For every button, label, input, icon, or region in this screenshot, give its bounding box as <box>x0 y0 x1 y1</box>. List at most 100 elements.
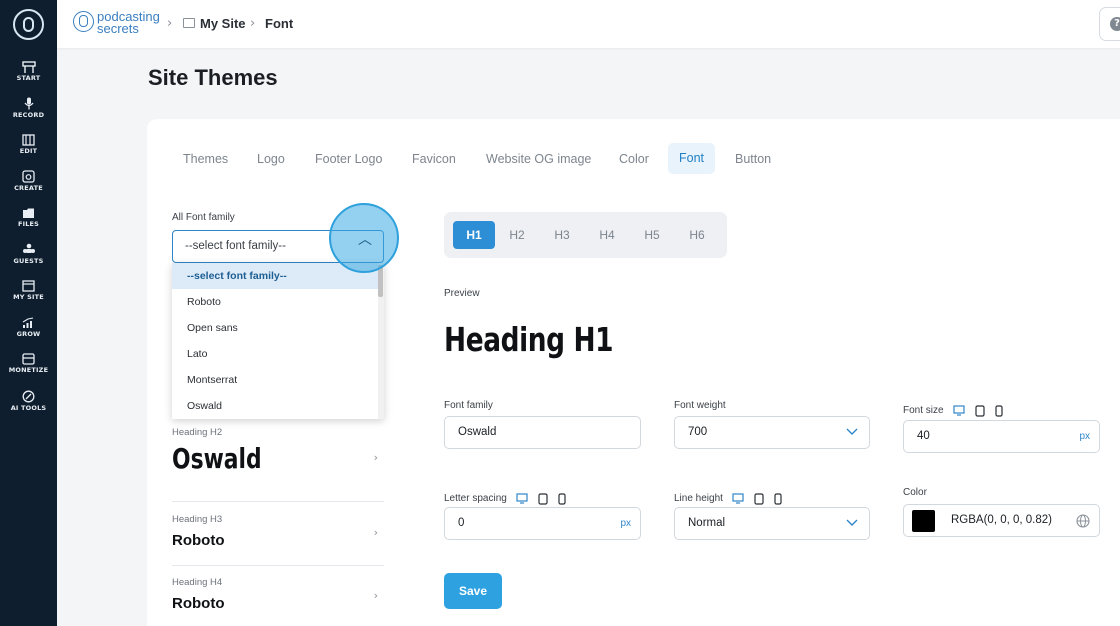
tab-color[interactable]: Color <box>619 152 649 166</box>
sidebar-item-create[interactable]: CREATE <box>0 170 57 192</box>
dropdown-option[interactable]: Oswald <box>172 393 378 419</box>
tab-footer-logo[interactable]: Footer Logo <box>315 152 382 166</box>
dropdown-option[interactable]: Lato <box>172 341 378 367</box>
letter-spacing-label-row: Letter spacing <box>444 488 571 505</box>
chevron-right-icon: › <box>373 589 378 602</box>
my-site-icon <box>22 280 35 292</box>
sidebar-item-label: CREATE <box>14 184 43 192</box>
sidebar-item-label: FILES <box>17 220 40 228</box>
heading-item-h3[interactable]: Heading H3 Roboto › <box>172 514 384 549</box>
sidebar-item-start[interactable]: START <box>0 61 57 82</box>
font-weight-select[interactable]: 700 <box>674 416 870 449</box>
tab-h3[interactable]: H3 <box>541 221 583 249</box>
tab-favicon[interactable]: Favicon <box>412 152 456 166</box>
mobile-icon[interactable] <box>995 404 1003 417</box>
sidebar-item-record[interactable]: RECORD <box>0 97 57 119</box>
sidebar-item-label: RECORD <box>12 111 45 119</box>
chevron-up-icon[interactable]: ︿ <box>358 229 372 249</box>
sidebar-item-label: EDIT <box>19 147 38 155</box>
help-button[interactable]: ? <box>1099 7 1120 41</box>
font-family-label: Font family <box>444 400 493 411</box>
letter-spacing-input[interactable]: 0 px <box>444 507 641 540</box>
sidebar-item-ai-tools[interactable]: AI TOOLS <box>0 390 57 412</box>
color-value: RGBA(0, 0, 0, 0.82) <box>951 514 1052 526</box>
create-icon <box>22 170 35 183</box>
tab-button[interactable]: Button <box>735 152 771 166</box>
sidebar-item-guests[interactable]: GUESTS <box>0 243 57 265</box>
chevron-right-icon: › <box>250 16 256 31</box>
all-font-family-label: All Font family <box>172 212 235 223</box>
save-button[interactable]: Save <box>444 573 502 609</box>
tab-website-og-image[interactable]: Website OG image <box>486 152 591 166</box>
tab-logo[interactable]: Logo <box>257 152 285 166</box>
font-size-input[interactable]: 40 px <box>903 420 1100 453</box>
monetize-icon <box>22 353 35 365</box>
font-family-value: Oswald <box>458 426 497 438</box>
tab-h4[interactable]: H4 <box>586 221 628 249</box>
letter-spacing-unit: px <box>620 518 631 529</box>
breadcrumb-my-site[interactable]: My Site <box>200 16 246 31</box>
desktop-icon[interactable] <box>516 493 528 504</box>
divider <box>172 501 384 502</box>
desktop-icon[interactable] <box>732 493 744 504</box>
sidebar-item-label: AI TOOLS <box>10 404 47 412</box>
sidebar-item-monetize[interactable]: MONETIZE <box>0 353 57 374</box>
select-value: --select font family-- <box>185 240 286 252</box>
tab-font[interactable]: Font <box>668 143 716 174</box>
color-picker[interactable]: RGBA(0, 0, 0, 0.82) <box>903 504 1100 537</box>
font-family-field[interactable]: Oswald <box>444 416 641 449</box>
preview-heading: Heading H1 <box>444 320 614 359</box>
line-height-value: Normal <box>688 517 726 529</box>
tab-themes[interactable]: Themes <box>183 152 228 166</box>
font-size-value: 40 <box>917 430 930 442</box>
folder-icon <box>183 18 195 28</box>
color-label: Color <box>903 487 927 498</box>
heading-item-h2[interactable]: Heading H2 Oswald › <box>172 427 384 475</box>
line-height-label-row: Line height <box>674 488 787 505</box>
tab-h6[interactable]: H6 <box>676 221 718 249</box>
divider <box>172 565 384 566</box>
heading-item-label: Heading H3 <box>172 514 223 525</box>
globe-icon[interactable] <box>1076 514 1090 528</box>
heading-item-h4[interactable]: Heading H4 Roboto › <box>172 577 384 612</box>
sidebar-item-edit[interactable]: EDIT <box>0 134 57 155</box>
desktop-icon[interactable] <box>953 405 965 416</box>
microphone-icon <box>23 97 34 110</box>
tab-h5[interactable]: H5 <box>631 221 673 249</box>
chevron-right-icon: › <box>373 526 378 539</box>
sidebar-item-files[interactable]: FILES <box>0 207 57 228</box>
tablet-icon[interactable] <box>975 404 985 417</box>
color-swatch[interactable] <box>912 510 935 532</box>
click-highlight: ︿ <box>329 203 399 273</box>
tab-h2[interactable]: H2 <box>496 221 538 249</box>
edit-icon <box>22 134 35 146</box>
mobile-icon[interactable] <box>558 492 566 505</box>
sidebar-item-my-site[interactable]: MY SITE <box>0 280 57 301</box>
ai-tools-icon <box>22 390 35 403</box>
top-bar: podcasting secrets › My Site › Font ? <box>57 0 1120 48</box>
heading-item-font: Roboto <box>172 532 225 549</box>
mobile-icon[interactable] <box>774 492 782 505</box>
dropdown-option[interactable]: Open sans <box>172 315 378 341</box>
brand-logo[interactable]: podcasting secrets <box>73 9 165 39</box>
tablet-icon[interactable] <box>538 492 548 505</box>
dropdown-option[interactable]: Roboto <box>172 289 378 315</box>
grow-icon <box>22 317 34 328</box>
sidebar-item-grow[interactable]: GROW <box>0 317 57 338</box>
chevron-right-icon: › <box>373 451 378 464</box>
brand-mark-icon <box>73 11 94 32</box>
line-height-label: Line height <box>674 493 723 504</box>
tab-h1[interactable]: H1 <box>453 221 495 249</box>
dropdown-scroll-thumb[interactable] <box>378 265 383 297</box>
line-height-select[interactable]: Normal <box>674 507 870 540</box>
letter-spacing-label: Letter spacing <box>444 493 507 504</box>
sidebar-item-label: MY SITE <box>13 293 44 301</box>
dropdown-option[interactable]: Montserrat <box>172 367 378 393</box>
tablet-icon[interactable] <box>754 492 764 505</box>
sidebar-item-label: GUESTS <box>13 257 44 265</box>
files-icon <box>23 208 34 218</box>
font-weight-value: 700 <box>688 426 708 438</box>
chevron-right-icon: › <box>167 16 173 31</box>
start-icon <box>21 61 36 73</box>
app-logo[interactable] <box>13 9 44 40</box>
